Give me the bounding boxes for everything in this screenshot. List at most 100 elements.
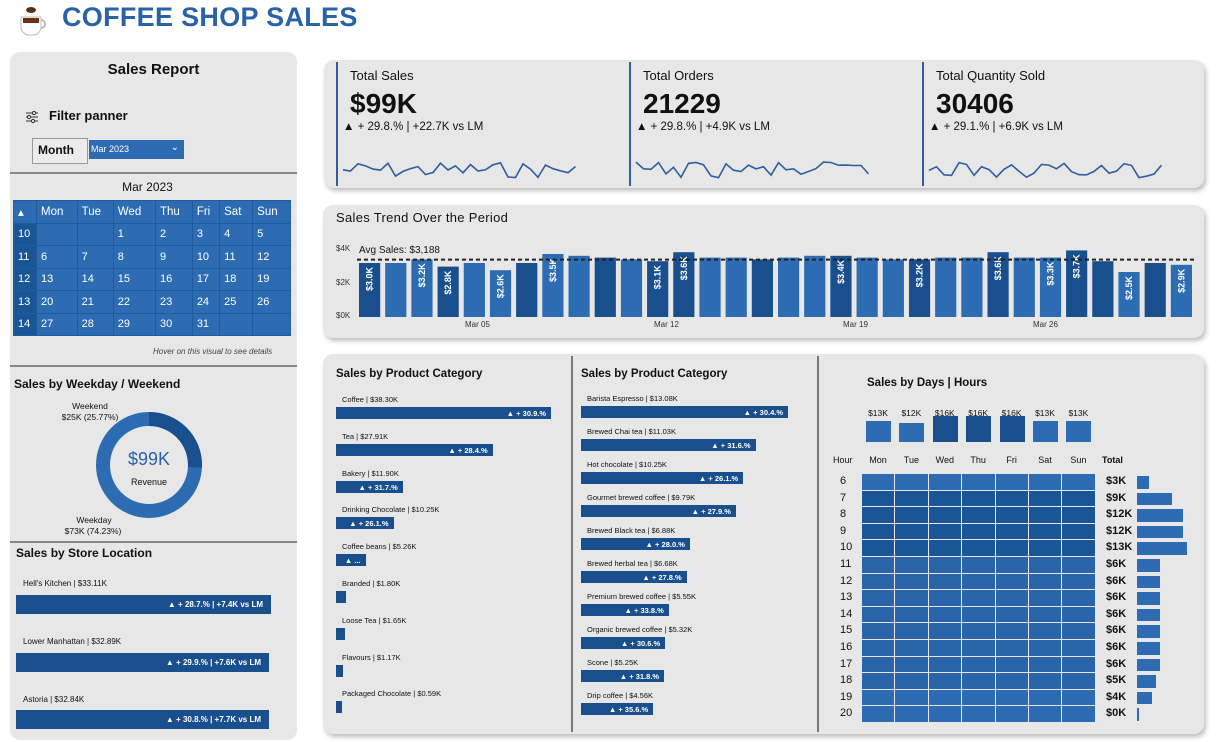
heatmap-cell[interactable] <box>862 507 895 523</box>
hour-total-bar[interactable] <box>1137 608 1161 622</box>
hour-total-bar[interactable] <box>1137 509 1184 522</box>
heatmap-cell[interactable] <box>1062 557 1095 573</box>
heatmap-cell[interactable] <box>995 557 1028 573</box>
heatmap-cell[interactable] <box>1062 689 1095 706</box>
heatmap-cell[interactable] <box>1029 523 1062 540</box>
hour-total-bar[interactable] <box>1137 492 1172 506</box>
heatmap-cell[interactable] <box>862 490 895 507</box>
heatmap-cell[interactable] <box>1029 590 1062 606</box>
category-bar[interactable]: ▲ + 31.6.% <box>581 439 756 451</box>
category-bar[interactable] <box>336 664 343 677</box>
trend-bar[interactable] <box>516 263 538 317</box>
heatmap-cell[interactable] <box>1062 540 1095 556</box>
calendar-day[interactable] <box>252 312 291 336</box>
calendar-day[interactable]: 4 <box>219 222 254 246</box>
week-number[interactable]: 11 <box>13 245 37 269</box>
day-total-bar[interactable] <box>1033 420 1058 442</box>
heatmap-cell[interactable] <box>862 706 895 722</box>
category-bar[interactable]: ▲ + 33.8.% <box>581 604 669 616</box>
heatmap-cell[interactable] <box>1062 656 1095 673</box>
heatmap-cell[interactable] <box>862 606 895 623</box>
calendar[interactable]: ▴ Mon Tue Wed Thu Fri Sat Sun 10 1 2 3 4 5 11… <box>13 200 291 336</box>
calendar-day[interactable]: 11 <box>219 245 254 269</box>
trend-bar[interactable] <box>699 257 721 317</box>
heatmap-cell[interactable] <box>862 573 895 590</box>
heatmap-cell[interactable] <box>995 689 1028 706</box>
trend-bar[interactable] <box>385 263 407 317</box>
heatmap-cell[interactable] <box>862 523 895 540</box>
month-dropdown[interactable]: Mar 2023 ⌄ <box>89 140 184 159</box>
heatmap-cell[interactable] <box>928 673 962 689</box>
heatmap-cell[interactable] <box>995 623 1028 639</box>
heatmap-cell[interactable] <box>895 656 928 673</box>
trend-bar[interactable] <box>463 263 485 317</box>
heatmap-cell[interactable] <box>962 540 995 556</box>
day-total-bar[interactable] <box>1066 420 1092 442</box>
location-bar[interactable]: ▲ + 29.9.% | +7.6K vs LM <box>16 653 269 672</box>
calendar-day[interactable]: 1 <box>112 222 156 246</box>
heatmap-cell[interactable] <box>1029 640 1062 656</box>
day-total-bar[interactable] <box>932 416 958 442</box>
heatmap-cell[interactable] <box>928 573 962 590</box>
heatmap-cell[interactable] <box>995 540 1028 556</box>
calendar-day[interactable]: 22 <box>112 290 156 314</box>
day-total-bar[interactable] <box>899 422 925 442</box>
trend-bar[interactable] <box>804 255 826 317</box>
location-bar[interactable]: ▲ + 30.8.% | +7.7K vs LM <box>16 710 269 729</box>
heatmap-cell[interactable] <box>928 606 962 623</box>
heatmap-cell[interactable] <box>895 490 928 507</box>
category-bar[interactable]: ▲ + 26.1.% <box>336 517 394 530</box>
heatmap-cell[interactable] <box>928 623 962 639</box>
heatmap-cell[interactable] <box>895 640 928 656</box>
hour-total-bar[interactable] <box>1137 592 1161 605</box>
kpi-total-orders[interactable]: Total Orders 21229 ▲ + 29.8.% | +4.9K vs… <box>629 60 925 188</box>
trend-bar[interactable] <box>1013 257 1035 317</box>
heatmap-cell[interactable] <box>995 673 1028 689</box>
sort-up-icon[interactable]: ▴ <box>13 200 37 224</box>
category-bar[interactable] <box>336 701 342 714</box>
category-bar[interactable]: ▲ + 31.8.% <box>581 670 665 682</box>
heatmap-cell[interactable] <box>928 523 962 540</box>
heatmap-cell[interactable] <box>962 640 995 656</box>
heatmap-cell[interactable] <box>928 507 962 523</box>
calendar-day[interactable]: 31 <box>191 312 221 336</box>
calendar-day[interactable]: 16 <box>154 267 193 291</box>
heatmap-cell[interactable] <box>862 590 895 606</box>
heatmap-cell[interactable] <box>1029 557 1062 573</box>
heatmap-cell[interactable] <box>962 673 995 689</box>
trend-bar[interactable] <box>961 257 983 317</box>
heatmap-cell[interactable] <box>895 540 928 556</box>
calendar-day[interactable]: 9 <box>154 245 193 269</box>
calendar-day[interactable]: 21 <box>76 290 114 314</box>
hour-total-bar[interactable] <box>1137 708 1139 721</box>
calendar-day[interactable]: 17 <box>191 267 221 291</box>
heatmap-cell[interactable] <box>928 474 962 490</box>
heatmap-cell[interactable] <box>895 507 928 523</box>
calendar-day[interactable]: 26 <box>252 290 291 314</box>
heatmap-cell[interactable] <box>928 557 962 573</box>
trend-bar[interactable] <box>1144 263 1166 317</box>
calendar-day[interactable]: 14 <box>76 267 114 291</box>
heatmap-cell[interactable] <box>1029 573 1062 590</box>
heatmap-cell[interactable] <box>1062 474 1095 490</box>
calendar-day[interactable] <box>76 222 114 246</box>
heatmap-cell[interactable] <box>928 689 962 706</box>
heatmap-cell[interactable] <box>862 540 895 556</box>
heatmap-cell[interactable] <box>1062 623 1095 639</box>
hour-total-bar[interactable] <box>1137 476 1149 489</box>
day-total-bar[interactable] <box>866 420 891 442</box>
calendar-day[interactable]: 7 <box>76 245 114 269</box>
heatmap-cell[interactable] <box>862 673 895 689</box>
category-bar[interactable]: ▲ + 28.4.% <box>336 443 493 456</box>
heatmap-cell[interactable] <box>962 606 995 623</box>
calendar-day[interactable]: 12 <box>252 245 291 269</box>
heatmap-cell[interactable] <box>1029 507 1062 523</box>
week-number[interactable]: 12 <box>13 267 37 291</box>
hour-total-bar[interactable] <box>1137 542 1187 555</box>
heatmap-cell[interactable] <box>928 656 962 673</box>
calendar-day[interactable]: 2 <box>154 222 193 246</box>
heatmap-cell[interactable] <box>1029 490 1062 507</box>
heatmap-cell[interactable] <box>895 606 928 623</box>
category-bar[interactable]: ▲ + 31.7.% <box>336 480 403 493</box>
heatmap-cell[interactable] <box>862 557 895 573</box>
